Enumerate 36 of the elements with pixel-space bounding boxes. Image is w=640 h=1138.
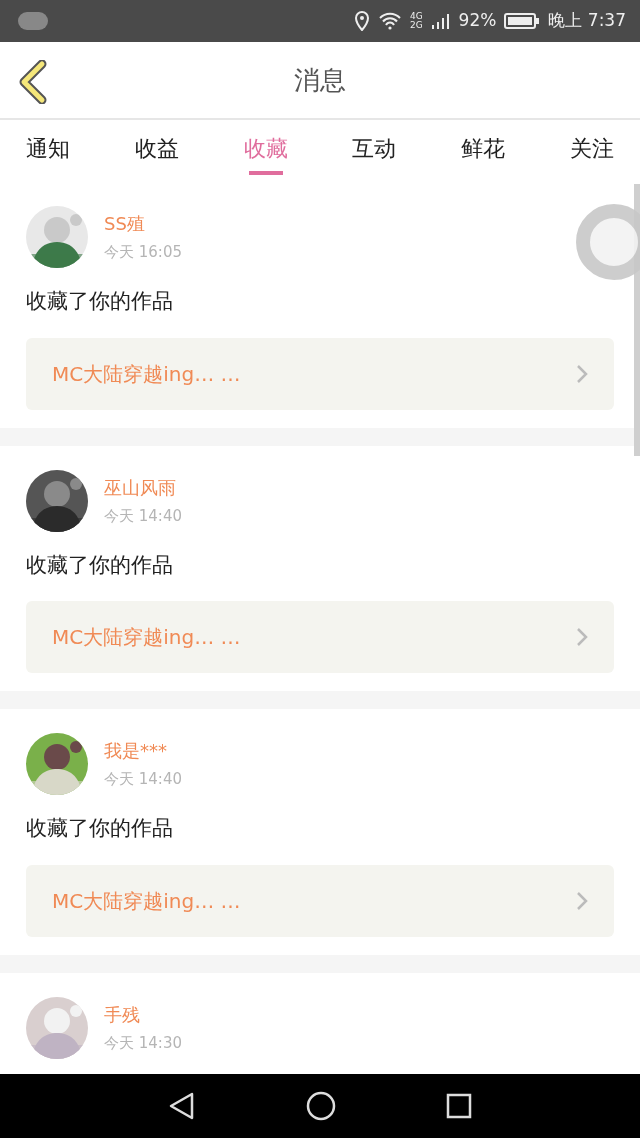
wifi-icon bbox=[377, 12, 402, 30]
work-link[interactable]: MC大陆穿越ing… … bbox=[26, 864, 614, 937]
timestamp: 今天 14:40 bbox=[104, 769, 182, 791]
tab[interactable]: 通知 bbox=[14, 127, 82, 175]
work-link[interactable]: MC大陆穿越ing… … bbox=[26, 337, 614, 410]
battery-percent: 92% bbox=[458, 9, 497, 33]
status-time: 晚上 7:37 bbox=[548, 9, 626, 33]
tab[interactable]: 鲜花 bbox=[449, 127, 518, 175]
chevron-right-icon bbox=[576, 363, 588, 384]
work-link[interactable]: MC大陆穿越ing… … bbox=[26, 601, 614, 673]
message-text: 收藏了你的作品 bbox=[26, 288, 174, 315]
page-title: 消息 bbox=[294, 63, 346, 97]
user-name[interactable]: 我是*** bbox=[104, 737, 182, 765]
tab[interactable]: 收益 bbox=[122, 127, 191, 175]
chevron-right-icon bbox=[576, 627, 588, 647]
network-label: 4G bbox=[409, 12, 423, 21]
tab[interactable]: 关注 bbox=[558, 127, 626, 175]
recent-apps-icon[interactable] bbox=[446, 1093, 472, 1119]
timestamp: 今天 16:05 bbox=[104, 242, 182, 264]
message-text: 收藏了你的作品 bbox=[26, 815, 174, 842]
tab[interactable]: 互动 bbox=[340, 127, 409, 175]
signal-icon bbox=[430, 12, 451, 30]
tab[interactable]: 收藏 bbox=[231, 127, 300, 175]
user-name[interactable]: 手残 bbox=[104, 1000, 182, 1028]
network-label: 2G bbox=[409, 21, 423, 30]
timestamp: 今天 14:30 bbox=[104, 1032, 182, 1054]
location-icon bbox=[353, 11, 370, 31]
back-icon[interactable] bbox=[168, 1091, 196, 1121]
timestamp: 今天 14:40 bbox=[104, 505, 182, 527]
message-text: 收藏了你的作品 bbox=[26, 551, 174, 579]
user-name[interactable]: 巫山风雨 bbox=[104, 473, 182, 501]
battery-icon bbox=[504, 12, 541, 30]
chevron-right-icon bbox=[576, 890, 588, 911]
back-icon[interactable] bbox=[18, 60, 48, 104]
user-name[interactable]: SS殖 bbox=[104, 210, 182, 238]
home-icon[interactable] bbox=[306, 1091, 336, 1121]
